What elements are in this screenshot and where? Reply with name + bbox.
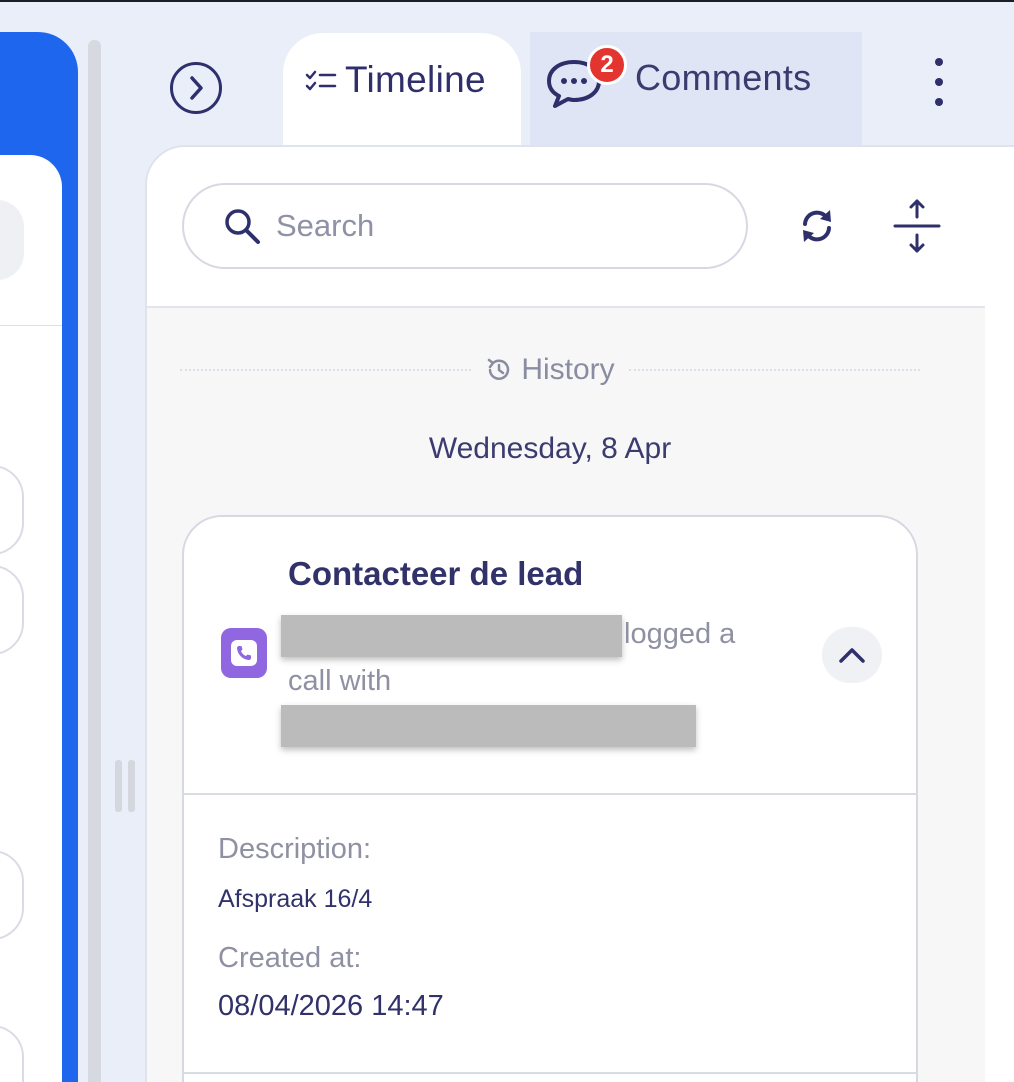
created-at-value: 08/04/2026 14:47: [218, 990, 444, 1022]
resize-handle[interactable]: [113, 760, 137, 812]
collapse-panel-button[interactable]: [170, 62, 222, 114]
phone-icon: [231, 640, 257, 666]
comments-count-badge: 2: [587, 45, 627, 85]
call-type-badge: [221, 628, 267, 678]
clock-history-icon: [488, 358, 510, 380]
activity-action-text: logged a: [624, 618, 736, 650]
description-value: Afspraak 16/4: [218, 885, 373, 913]
task-list-icon: [305, 70, 337, 91]
search-icon: [225, 209, 260, 244]
expand-vertical-icon: [893, 199, 941, 253]
more-options-button[interactable]: [922, 58, 956, 106]
window-top-border: [0, 0, 1014, 2]
left-divider: [0, 325, 62, 326]
activity-action-text-continued: call with: [288, 665, 392, 697]
collapse-card-button[interactable]: [822, 627, 882, 683]
tab-comments-label: Comments: [635, 57, 812, 98]
history-label: History: [521, 353, 615, 386]
chevron-up-icon: [839, 648, 865, 663]
expand-all-button[interactable]: [887, 196, 947, 256]
card-bottom-divider: [182, 1072, 918, 1074]
panel-splitter[interactable]: [88, 40, 101, 1082]
date-heading: Wednesday, 8 Apr: [428, 432, 672, 465]
redacted-contact-link[interactable]: [281, 705, 696, 747]
tab-comments[interactable]: 2 Comments: [530, 32, 862, 148]
redacted-user-name: [281, 615, 622, 657]
separator-line: [180, 369, 472, 371]
chevron-right-circle-icon: [190, 76, 203, 100]
activity-title: Contacteer de lead: [288, 555, 584, 592]
card-divider: [182, 793, 918, 795]
description-label: Description:: [218, 833, 372, 865]
refresh-button[interactable]: [787, 196, 847, 256]
search-input[interactable]: [276, 208, 676, 244]
history-header: History: [471, 353, 628, 387]
created-at-label: Created at:: [218, 942, 362, 974]
tab-timeline[interactable]: Timeline: [283, 33, 521, 158]
refresh-icon: [803, 210, 831, 242]
kebab-menu-icon: [935, 58, 943, 66]
separator-line: [628, 369, 920, 371]
comments-icon-wrap: 2: [545, 45, 627, 115]
tab-timeline-label: Timeline: [345, 59, 486, 100]
history-separator: History: [180, 345, 920, 395]
search-field[interactable]: [182, 183, 748, 269]
